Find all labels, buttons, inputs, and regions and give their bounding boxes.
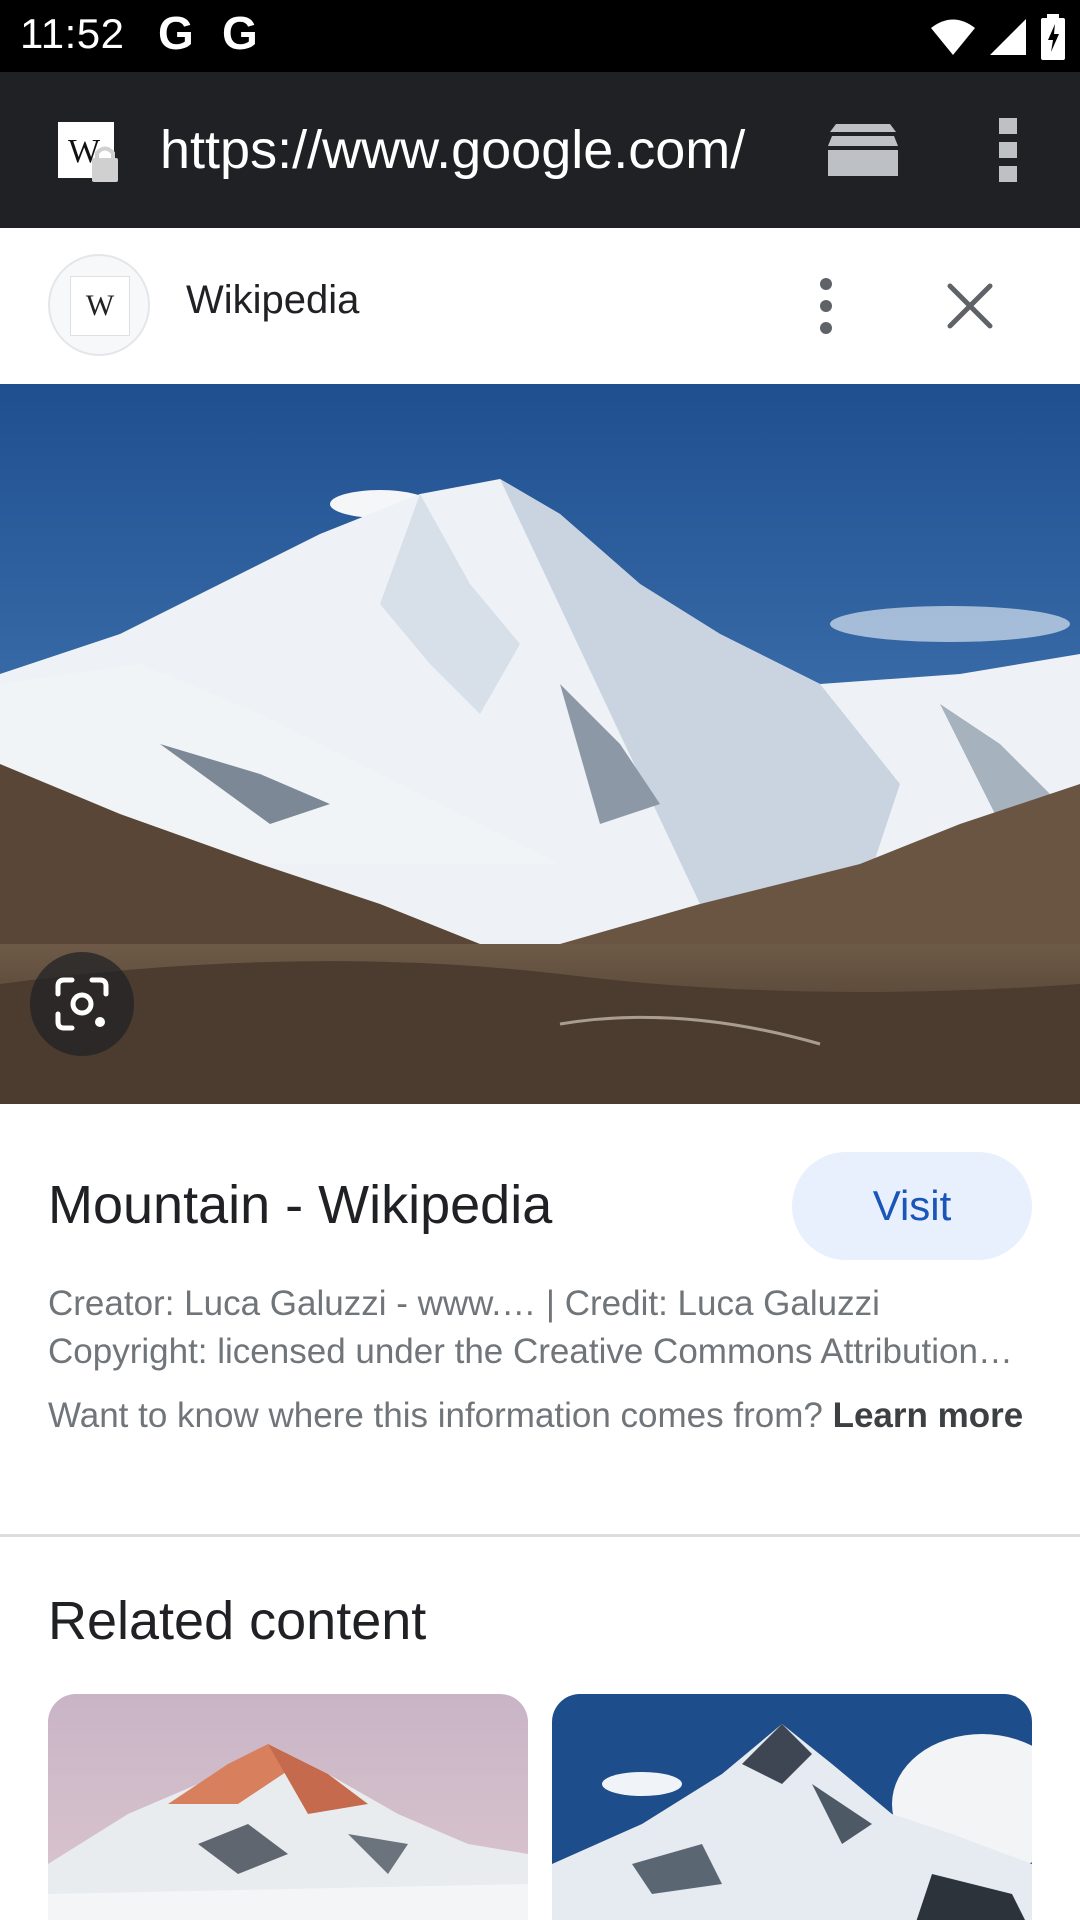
url-bar[interactable]: https://www.google.com/ — [160, 118, 765, 182]
wikipedia-logo-icon: W — [70, 276, 130, 336]
google-lens-icon — [55, 977, 109, 1031]
google-notification-icon: G — [222, 7, 258, 59]
wifi-icon — [931, 19, 975, 55]
mountain-image[interactable] — [0, 384, 1080, 1104]
divider — [0, 1534, 1080, 1537]
tabs-icon[interactable] — [826, 120, 900, 180]
wikipedia-lock-icon[interactable]: W — [58, 122, 118, 182]
google-notification-icon: G — [158, 7, 194, 59]
source-name[interactable]: Wikipedia — [186, 278, 359, 323]
close-icon[interactable] — [940, 276, 1000, 336]
source-note-text: Want to know where this information come… — [48, 1396, 823, 1435]
status-time: 11:52 — [20, 10, 125, 57]
learn-more-link[interactable]: Learn more — [833, 1396, 1024, 1435]
lens-search-button[interactable] — [30, 952, 134, 1056]
browser-toolbar: W https://www.google.com/ — [0, 72, 1080, 228]
copyright-line: Copyright: licensed under the Creative C… — [48, 1332, 1013, 1371]
source-header: W Wikipedia — [0, 228, 1080, 384]
related-content-heading: Related content — [48, 1591, 427, 1651]
status-bar: 11:52 G G — [0, 0, 1080, 72]
battery-charging-icon — [1041, 14, 1065, 60]
more-options-icon[interactable] — [804, 276, 848, 336]
source-avatar: W — [48, 254, 150, 356]
signal-icon — [990, 19, 1026, 55]
related-thumbnail[interactable] — [48, 1694, 528, 1920]
more-vert-icon[interactable] — [990, 116, 1026, 184]
result-title: Mountain - Wikipedia — [48, 1175, 553, 1235]
visit-button[interactable]: Visit — [792, 1152, 1032, 1260]
creator-credit-line: Creator: Luca Galuzzi - www.… | Credit: … — [48, 1284, 880, 1323]
result-info: Mountain - Wikipedia Visit Creator: Luca… — [0, 1104, 1080, 1536]
system-icons — [930, 14, 1066, 60]
related-thumbnail[interactable] — [552, 1694, 1032, 1920]
source-note: Want to know where this information come… — [48, 1392, 1038, 1440]
